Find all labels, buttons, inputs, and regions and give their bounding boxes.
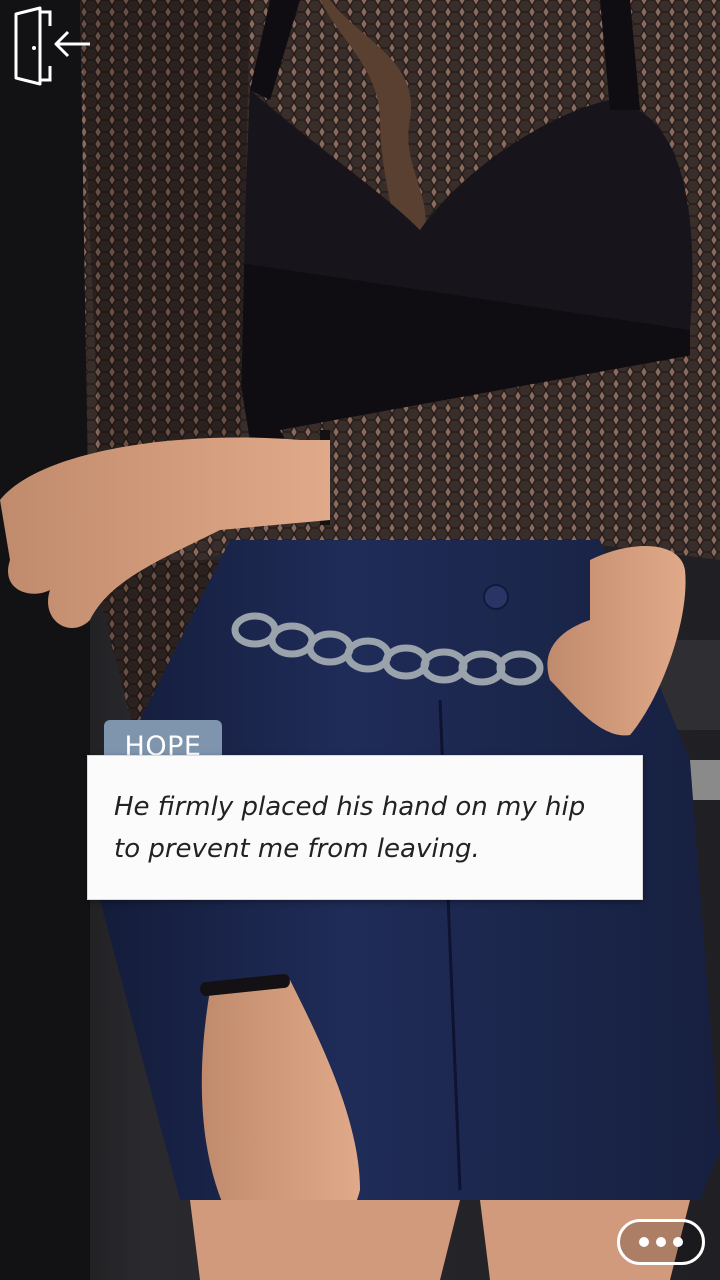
dialogue-box[interactable]: He firmly placed his hand on my hip to p… (87, 755, 643, 900)
game-screen: HOPE He firmly placed his hand on my hip… (0, 0, 720, 1280)
story-scene-illustration[interactable] (0, 0, 720, 1280)
exit-story-button[interactable] (10, 4, 94, 88)
ellipsis-icon (639, 1237, 649, 1247)
ellipsis-icon (673, 1237, 683, 1247)
dialogue-text: He firmly placed his hand on my hip to p… (114, 792, 586, 864)
ellipsis-icon (656, 1237, 666, 1247)
exit-door-icon (14, 6, 90, 86)
more-options-button[interactable] (617, 1219, 705, 1265)
